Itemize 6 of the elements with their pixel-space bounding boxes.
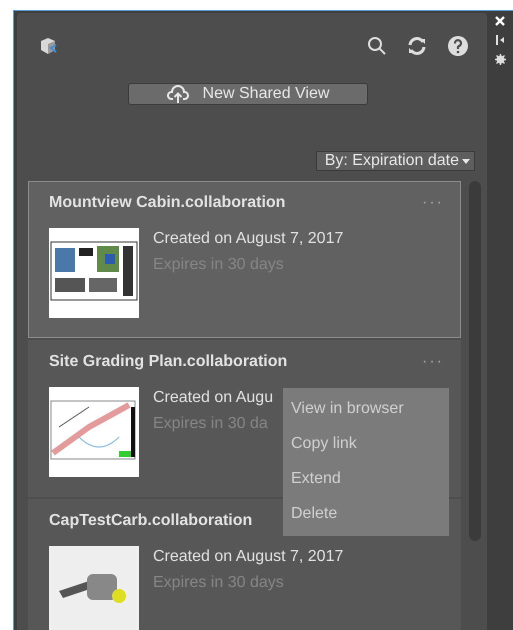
view-title: Mountview Cabin.collaboration	[49, 194, 286, 212]
created-date: Created on August 7, 2017	[153, 548, 344, 566]
created-date: Created on August 7, 2017	[153, 230, 344, 248]
view-title: CapTestCarb.collaboration	[49, 512, 252, 530]
created-date: Created on Augu	[153, 389, 274, 407]
view-title: Site Grading Plan.collaboration	[49, 353, 288, 371]
